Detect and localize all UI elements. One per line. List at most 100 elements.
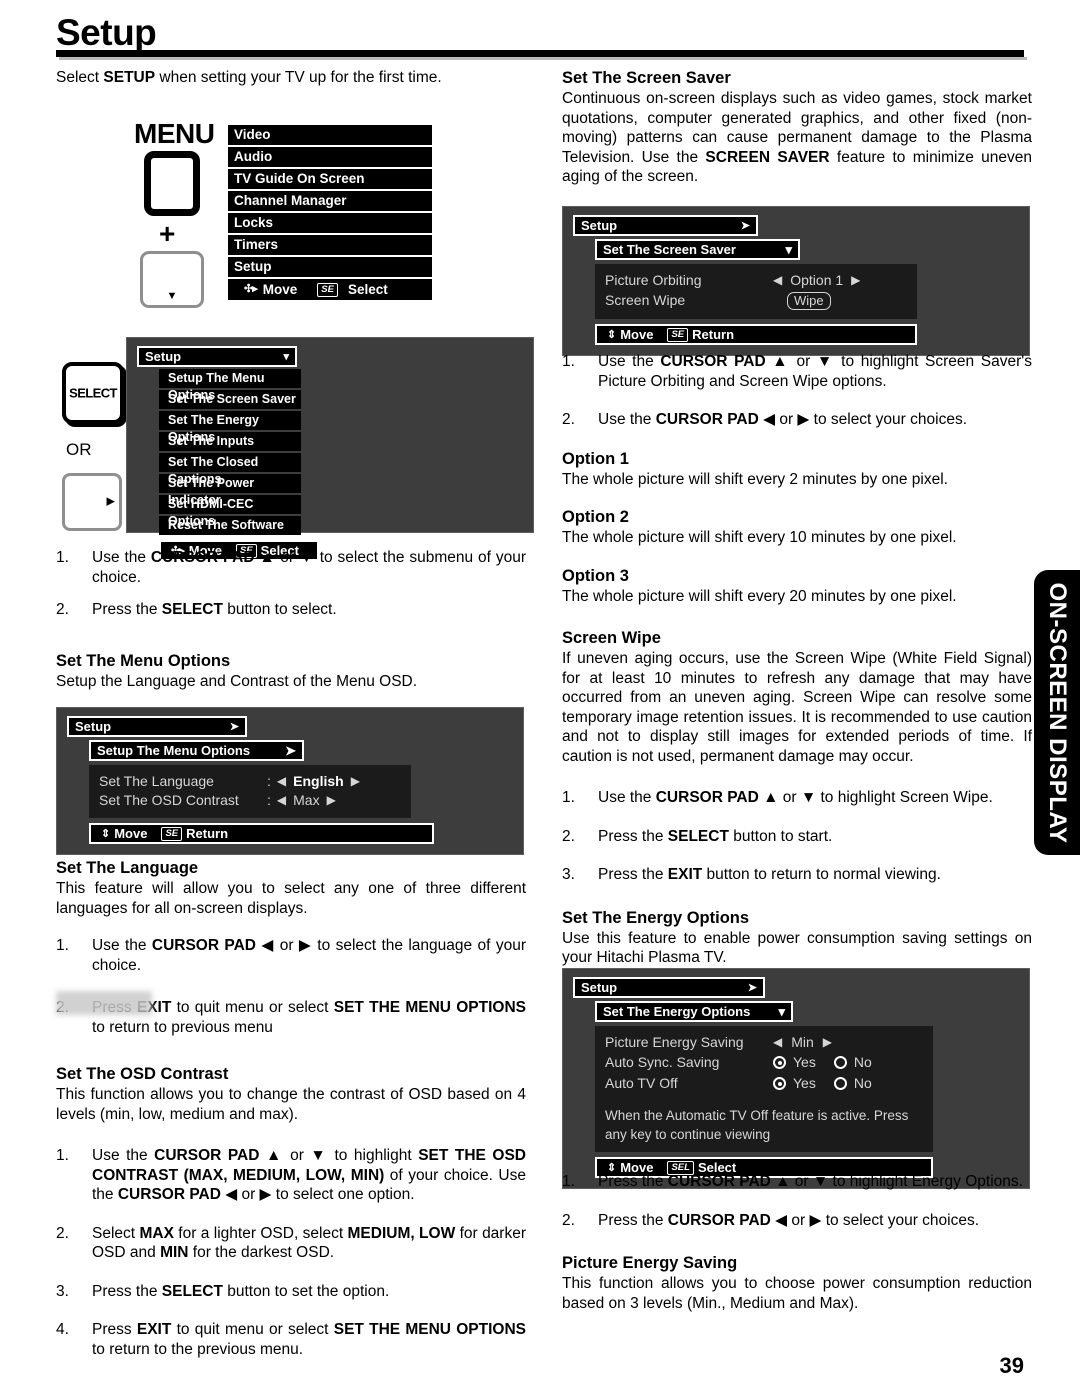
wipe-button[interactable]: Wipe (787, 291, 831, 310)
menu-footer-hints: ✣▸ Move SE Select (228, 279, 432, 300)
radio-no-icon[interactable] (833, 1077, 847, 1090)
menu-item[interactable]: Setup (228, 257, 432, 277)
list-text: Use the CURSOR PAD ▲ or ▼ to highlight S… (92, 1147, 526, 1203)
arrow-left-icon[interactable]: ◀ (773, 1033, 782, 1052)
list-number: 4. (56, 1321, 69, 1338)
radio-yes-label[interactable]: Yes (793, 1053, 816, 1072)
osd-submenu-item[interactable]: Set The Energy Options (159, 411, 301, 444)
osd-submenu-item[interactable]: Set HDMI-CEC Options (159, 495, 301, 528)
osd-options-panel: Picture Energy Saving ◀ Min ▶ Auto Sync.… (595, 1026, 933, 1152)
move-arrows-icon: ✣▸ (244, 283, 258, 295)
radio-yes-icon[interactable] (773, 1077, 786, 1090)
arrow-right-icon[interactable]: ▶ (351, 772, 360, 791)
osd-option-label: Set The OSD Contrast (99, 792, 239, 808)
menu-item[interactable]: Audio (228, 147, 432, 167)
list-number: 1. (562, 789, 575, 806)
left-language-block: Set The Language This feature will allow… (56, 858, 526, 1372)
osd-submenu-item[interactable]: Reset The Software (159, 516, 301, 535)
move-label: Move (620, 327, 654, 342)
menu-item[interactable]: TV Guide On Screen (228, 169, 432, 189)
osd-submenu-item[interactable]: Set The Power Indicator (159, 474, 301, 507)
osd-option-row[interactable]: Picture Orbiting ◀ Option 1 ▶ (605, 271, 907, 290)
osd-option-row[interactable]: Set The Language : ◀ English ▶ (99, 772, 401, 791)
chevron-right-icon: ▶ (106, 495, 115, 508)
list-item: 3. Press the EXIT button to return to no… (562, 865, 1032, 885)
right-energy-steps: 1. Press the CURSOR PAD ▲ or ▼ to highli… (562, 1172, 1032, 1313)
arrow-left-icon[interactable]: ◀ (277, 791, 286, 810)
intro-pre: Select (56, 69, 104, 86)
osd-subheader[interactable]: Set The Energy Options ▾ (595, 1001, 793, 1022)
section-heading: Screen Wipe (562, 629, 661, 647)
osd-option-row[interactable]: Picture Energy Saving ◀ Min ▶ (605, 1033, 923, 1052)
osd-subheader-label: Set The Screen Saver (603, 242, 736, 257)
radio-yes-icon[interactable] (773, 1056, 786, 1069)
osd-header-label: Setup (75, 719, 112, 734)
section-heading: Set The OSD Contrast (56, 1065, 229, 1083)
osd-subheader[interactable]: Set The Screen Saver ▾ (595, 239, 800, 260)
osd-subheader-label: Setup The Menu Options (97, 743, 251, 758)
list-item: 2. Use the CURSOR PAD ◀ or ▶ to select y… (562, 410, 1032, 430)
menu-item[interactable]: Locks (228, 213, 432, 233)
arrow-right-icon[interactable]: ▶ (823, 1033, 832, 1052)
osd-subheader-label: Set The Energy Options (603, 1004, 751, 1019)
intro-paragraph: Select SETUP when setting your TV up for… (56, 68, 526, 88)
list-number: 3. (562, 866, 575, 883)
osd-submenu-item[interactable]: Set The Inputs (159, 432, 301, 451)
left-column: Select SETUP when setting your TV up for… (56, 68, 526, 88)
arrow-right-icon[interactable]: ▶ (327, 791, 336, 810)
list-text: Use the CURSOR PAD ◀ or ▶ to select your… (598, 411, 967, 428)
osd-option-value: Max (293, 792, 320, 808)
osd-header[interactable]: Setup ➤ (573, 977, 765, 998)
side-tab-label: ON-SCREEN DISPLAY (1044, 582, 1071, 843)
list-item: 2. Select MAX for a lighter OSD, select … (56, 1224, 526, 1263)
osd-header[interactable]: Setup ➤ (67, 716, 247, 737)
list-number: 1. (56, 1147, 69, 1164)
osd-submenu-item[interactable]: Set The Closed Captions (159, 453, 301, 486)
chevron-down-icon: ▾ (785, 241, 792, 257)
arrow-left-icon[interactable]: ◀ (773, 271, 782, 290)
radio-no-icon[interactable] (833, 1056, 847, 1069)
arrow-right-icon[interactable]: ▶ (851, 271, 860, 290)
osd-option-row[interactable]: Auto TV Off Yes No (605, 1073, 923, 1094)
arrow-left-icon[interactable]: ◀ (277, 772, 286, 791)
osd-option-row[interactable]: Auto Sync. Saving Yes No (605, 1052, 923, 1073)
intro-bold: SETUP (103, 69, 156, 86)
section-body: This function allows you to choose power… (562, 1275, 1032, 1312)
osd-option-row[interactable]: Screen Wipe Wipe (605, 290, 907, 311)
menu-item[interactable]: Channel Manager (228, 191, 432, 211)
chevron-right-icon: ➤ (285, 742, 296, 758)
se-key-icon: SE (161, 826, 183, 841)
option-body: The whole picture will shift every 2 min… (562, 470, 948, 488)
list-item: 1. Use the CURSOR PAD ▲ or ▼ to select t… (56, 548, 526, 587)
list-text: Press the CURSOR PAD ◀ or ▶ to select yo… (598, 1211, 980, 1229)
scan-artifact (56, 991, 152, 1015)
osd-screen-saver: Setup ➤ Set The Screen Saver ▾ Picture O… (562, 206, 1030, 356)
osd-header-label: Setup (581, 218, 618, 233)
osd-header[interactable]: Setup ➤ (573, 215, 758, 236)
cursor-right-key-icon[interactable]: ▶ (62, 473, 122, 531)
osd-subheader[interactable]: Setup The Menu Options ➤ (89, 740, 304, 761)
option-body: The whole picture will shift every 20 mi… (562, 587, 957, 605)
osd-header[interactable]: Setup ▾ (137, 346, 297, 367)
radio-yes-label[interactable]: Yes (793, 1074, 816, 1093)
list-item: 1. Use the CURSOR PAD ▲ or ▼ to highligh… (56, 1146, 526, 1205)
list-text: Use the CURSOR PAD ▲ or ▼ to highlight S… (598, 789, 993, 806)
select-key-icon[interactable]: SELECT (62, 362, 124, 424)
section-body: If uneven aging occurs, use the Screen W… (562, 650, 1032, 765)
osd-submenu-item[interactable]: Setup The Menu Options (159, 369, 301, 402)
radio-no-label[interactable]: No (854, 1074, 872, 1093)
intro-post: when setting your TV up for the first ti… (155, 69, 442, 86)
list-number: 2. (56, 1224, 69, 1242)
osd-setup-menu-options: Setup ➤ Setup The Menu Options ➤ Set The… (56, 707, 524, 855)
menu-item[interactable]: Timers (228, 235, 432, 255)
menu-key-icon[interactable] (144, 151, 200, 216)
list-text: Press the EXIT button to return to norma… (598, 866, 941, 883)
osd-option-row[interactable]: Set The OSD Contrast : ◀ Max ▶ (99, 791, 401, 810)
plus-sign: + (159, 218, 176, 249)
radio-no-label[interactable]: No (854, 1053, 872, 1072)
menu-item[interactable]: Video (228, 125, 432, 145)
osd-submenu-item[interactable]: Set The Screen Saver (159, 390, 301, 409)
list-text: Use the CURSOR PAD ▲ or ▼ to highlight S… (598, 353, 1032, 390)
osd-option-label: Auto TV Off (605, 1075, 678, 1091)
cursor-down-key-icon[interactable]: ▼ (140, 251, 204, 308)
